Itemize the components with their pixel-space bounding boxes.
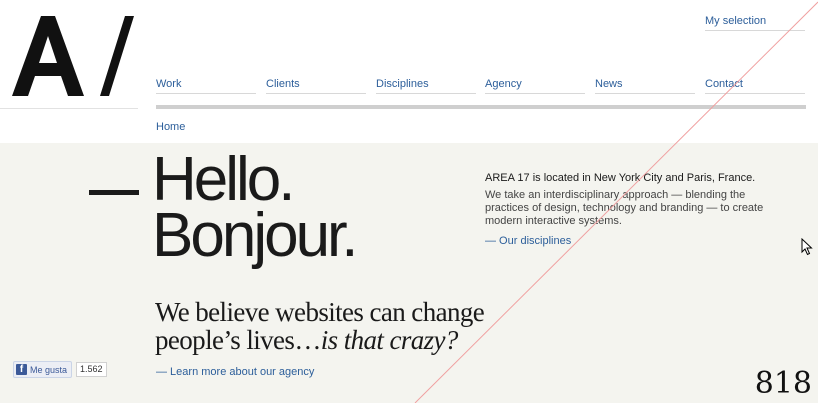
nav-bar bbox=[156, 105, 806, 109]
em-dash-mark bbox=[89, 190, 139, 195]
mouse-cursor-icon bbox=[801, 238, 813, 256]
breadcrumb-home[interactable]: Home bbox=[156, 121, 185, 133]
logo-divider bbox=[0, 108, 138, 109]
nav-clients[interactable]: Clients bbox=[266, 78, 366, 94]
main-nav: Work Clients Disciplines Agency News Con… bbox=[156, 78, 806, 94]
nav-contact[interactable]: Contact bbox=[705, 78, 805, 94]
our-disciplines-link[interactable]: — Our disciplines bbox=[485, 235, 571, 247]
nav-news[interactable]: News bbox=[595, 78, 695, 94]
belief-emphasis: is that crazy? bbox=[320, 325, 459, 355]
about-body: We take an interdisciplinary approach — … bbox=[485, 189, 764, 227]
facebook-like-label: Me gusta bbox=[30, 364, 68, 375]
nav-agency[interactable]: Agency bbox=[485, 78, 585, 94]
facebook-icon: f bbox=[16, 364, 27, 375]
about-title: AREA 17 is located in New York City and … bbox=[485, 172, 756, 184]
nav-disciplines[interactable]: Disciplines bbox=[376, 78, 476, 94]
facebook-like-button[interactable]: f Me gusta bbox=[13, 361, 73, 378]
facebook-like-widget: f Me gusta 1.562 bbox=[13, 361, 107, 378]
area17-logo[interactable] bbox=[10, 8, 138, 108]
facebook-like-count: 1.562 bbox=[76, 362, 107, 377]
my-selection-link[interactable]: My selection bbox=[705, 15, 805, 31]
hero-heading: Hello. Bonjour. bbox=[152, 149, 359, 267]
learn-more-link[interactable]: — Learn more about our agency bbox=[156, 366, 314, 378]
overlay-number: 818 bbox=[754, 366, 812, 401]
belief-statement: We believe websites can change people’s … bbox=[155, 298, 485, 354]
hero-line-bonjour: Bonjour. bbox=[152, 201, 359, 270]
nav-work[interactable]: Work bbox=[156, 78, 256, 94]
